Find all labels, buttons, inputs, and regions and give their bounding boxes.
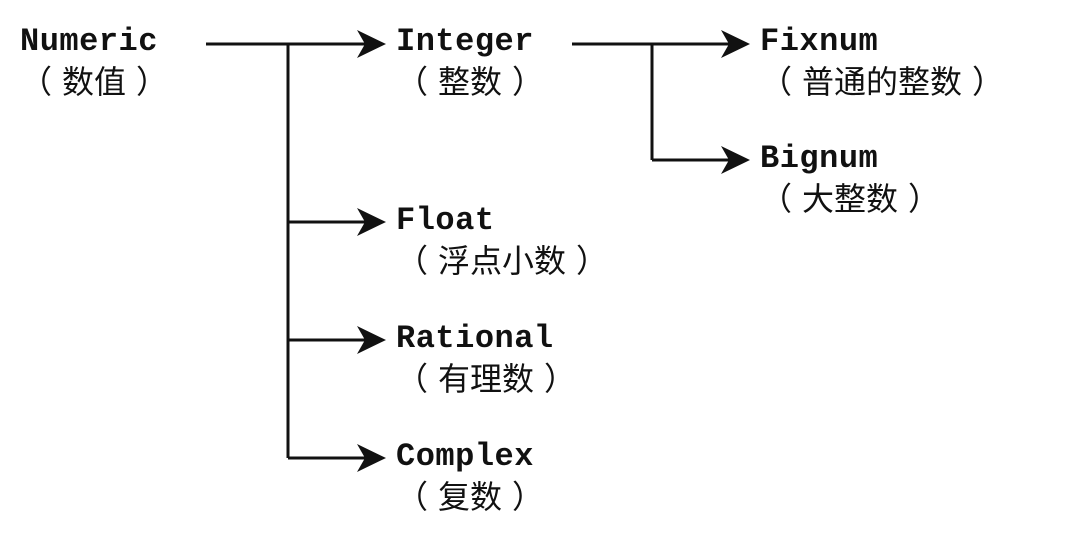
edge-numeric-trunk [206,42,290,458]
class-hierarchy-diagram: Numeric （数值） Integer （整数） Fixnum （普通的整数）… [0,0,1078,548]
edge-integer-trunk [572,42,654,160]
node-complex: Complex （复数） [396,438,545,516]
class-name: Float [396,202,495,239]
class-description: （复数） [396,478,545,516]
class-description: （数值） [20,63,169,101]
node-bignum: Bignum （大整数） [760,140,941,218]
class-description: （大整数） [760,180,941,218]
class-description: （浮点小数） [396,242,609,280]
class-description: （整数） [396,63,545,101]
class-name: Complex [396,438,534,475]
class-name: Bignum [760,140,879,177]
class-name: Numeric [20,23,158,60]
class-name: Integer [396,23,534,60]
class-description: （有理数） [396,360,577,398]
node-fixnum: Fixnum （普通的整数） [760,23,1005,101]
node-integer: Integer （整数） [396,23,545,101]
class-description: （普通的整数） [760,63,1005,101]
node-rational: Rational （有理数） [396,320,577,398]
class-name: Fixnum [760,23,879,60]
node-float: Float （浮点小数） [396,202,609,280]
node-numeric: Numeric （数值） [20,23,169,101]
class-name: Rational [396,320,554,357]
